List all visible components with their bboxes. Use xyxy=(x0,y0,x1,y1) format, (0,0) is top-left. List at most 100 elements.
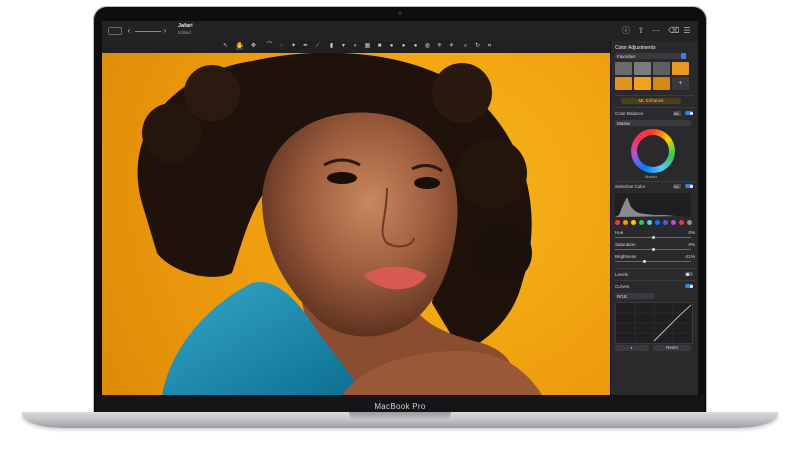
move-tool-icon[interactable]: ✥ xyxy=(250,43,257,50)
divider xyxy=(615,181,695,182)
ml-badge: ML xyxy=(673,111,681,116)
rotate-tool-icon[interactable]: ↻ xyxy=(474,43,481,50)
screen: ‹ › Jafari Edited ⓘ ⇪ ⋯ ⌫ ☰ ↖ ✋ ✥ ⌒ ◌ ✦ … xyxy=(102,21,698,395)
preset-thumbnail[interactable] xyxy=(653,62,670,75)
ml-enhance-button[interactable]: ML Enhance xyxy=(621,98,681,104)
bezel-label: MacBook Pro xyxy=(374,402,426,411)
share-icon[interactable]: ⇪ xyxy=(637,26,645,36)
gradient-tool-icon[interactable]: ◐ xyxy=(352,43,359,50)
compare-button[interactable]: ◐ xyxy=(615,345,649,351)
color-swatch[interactable] xyxy=(639,220,644,225)
crop-overlay-icon[interactable]: ▦ xyxy=(364,43,371,50)
pen-tool-icon[interactable]: ✒ xyxy=(302,43,309,50)
reset-button[interactable]: Reset xyxy=(653,345,691,351)
channel-label: Master xyxy=(617,120,631,126)
favorites-dropdown[interactable]: Favorites xyxy=(615,53,687,59)
color-swatch[interactable] xyxy=(647,220,652,225)
preset-thumbnail[interactable] xyxy=(634,77,651,90)
panel-title: Color Adjustments xyxy=(615,45,656,51)
portrait-photo xyxy=(137,53,542,395)
color-balance-label: Color Balance xyxy=(615,111,644,116)
crop-tool-icon[interactable]: ⌗ xyxy=(486,43,493,50)
color-swatch[interactable] xyxy=(655,220,660,225)
channel-dropdown[interactable]: Master xyxy=(615,120,691,126)
chevron-down-icon xyxy=(681,53,686,59)
tool-bar: ↖ ✋ ✥ ⌒ ◌ ✦ ✒ ⟋ ▮ ▾ ◐ ▦ ■ ● ● ● ◍ ✳ ☀ ⌕ … xyxy=(102,41,610,53)
saturation-slider-knob[interactable] xyxy=(651,248,655,251)
zoom-tool-icon[interactable]: ⌕ xyxy=(462,43,469,50)
divider xyxy=(615,268,695,269)
selective-color-label: Selective Color xyxy=(615,184,646,189)
brightness-slider-knob[interactable] xyxy=(643,260,647,263)
curves-label: Curves xyxy=(615,284,630,289)
eyedropper-icon[interactable]: ⟋ xyxy=(314,43,321,50)
preset-thumbnail[interactable] xyxy=(634,62,651,75)
photo-canvas[interactable] xyxy=(102,53,610,395)
info-icon[interactable]: ⓘ xyxy=(622,26,630,36)
sun-tool-icon[interactable]: ☀ xyxy=(448,43,455,50)
zoom-slider[interactable] xyxy=(135,31,161,32)
add-preset-icon[interactable]: + xyxy=(672,77,689,90)
curves-channel-dropdown[interactable]: RGB xyxy=(615,293,655,299)
color-swatch[interactable] xyxy=(687,220,692,225)
zoom-out-icon[interactable]: ‹ xyxy=(126,26,132,36)
divider xyxy=(615,107,695,108)
sidebar-toggle-icon[interactable] xyxy=(108,27,122,35)
brightness-value: -21% xyxy=(684,254,695,259)
brightness-slider[interactable] xyxy=(615,261,691,262)
color-swatch[interactable] xyxy=(623,220,628,225)
curves-channel-label: RGB xyxy=(617,293,627,299)
preset-thumbnail[interactable] xyxy=(615,77,632,90)
arrow-tool-icon[interactable]: ↖ xyxy=(222,43,229,50)
divider xyxy=(615,95,695,96)
more-icon[interactable]: ⋯ xyxy=(652,26,660,36)
document-title: Jafari xyxy=(178,23,193,29)
circle-tool-icon[interactable]: ● xyxy=(400,43,407,50)
preset-thumbnail[interactable] xyxy=(615,62,632,75)
stamp-tool-icon[interactable]: ▮ xyxy=(328,43,335,50)
color-balance-toggle[interactable] xyxy=(685,111,693,115)
color-swatch-row xyxy=(615,220,695,225)
document-subtitle: Edited xyxy=(178,30,191,35)
brightness-label: Brightness xyxy=(615,254,637,259)
color-wheel[interactable] xyxy=(631,129,675,173)
favorites-label: Favorites xyxy=(617,53,636,59)
brush-tool-icon[interactable]: ⌒ xyxy=(266,43,273,50)
zoom-in-icon[interactable]: › xyxy=(162,26,168,36)
color-adjustments-panel: Color Adjustments Favorites + ML Enhance… xyxy=(610,41,698,395)
shape-tool-icon[interactable]: ■ xyxy=(376,43,383,50)
hue-slider-knob[interactable] xyxy=(651,236,655,239)
preset-thumbnail[interactable] xyxy=(653,77,670,90)
circle2-tool-icon[interactable]: ● xyxy=(412,43,419,50)
camera xyxy=(398,11,402,15)
saturation-value: 0% xyxy=(688,242,695,247)
circle3-tool-icon[interactable]: ◍ xyxy=(424,43,431,50)
title-bar: ‹ › Jafari Edited ⓘ ⇪ ⋯ ⌫ ☰ xyxy=(102,21,698,42)
color-swatch[interactable] xyxy=(663,220,668,225)
preset-thumbnail[interactable] xyxy=(672,62,689,75)
saturation-label: Saturation xyxy=(615,242,636,247)
divider xyxy=(615,280,695,281)
color-swatch[interactable] xyxy=(679,220,684,225)
laptop-notch xyxy=(349,412,451,419)
preset-grid: + xyxy=(615,62,691,92)
hue-value: 0% xyxy=(688,230,695,235)
bucket-tool-icon[interactable]: ▾ xyxy=(340,43,347,50)
hand-tool-icon[interactable]: ✋ xyxy=(236,43,243,50)
color-wheel-center xyxy=(637,135,669,167)
curves-toggle[interactable] xyxy=(685,284,693,288)
trash-icon[interactable]: ⌫ xyxy=(668,26,679,36)
light-tool-icon[interactable]: ✳ xyxy=(436,43,443,50)
color-swatch[interactable] xyxy=(615,220,620,225)
lasso-tool-icon[interactable]: ◌ xyxy=(278,43,285,50)
levels-label: Levels xyxy=(615,272,629,277)
color-swatch[interactable] xyxy=(671,220,676,225)
selective-color-toggle[interactable] xyxy=(685,184,693,188)
text-tool-icon[interactable]: ● xyxy=(388,43,395,50)
color-swatch[interactable] xyxy=(631,220,636,225)
histogram xyxy=(615,193,691,217)
levels-toggle[interactable] xyxy=(685,272,693,276)
magic-wand-icon[interactable]: ✦ xyxy=(290,43,297,50)
adjust-icon[interactable]: ☰ xyxy=(683,26,691,36)
curves-graph[interactable] xyxy=(615,302,693,344)
